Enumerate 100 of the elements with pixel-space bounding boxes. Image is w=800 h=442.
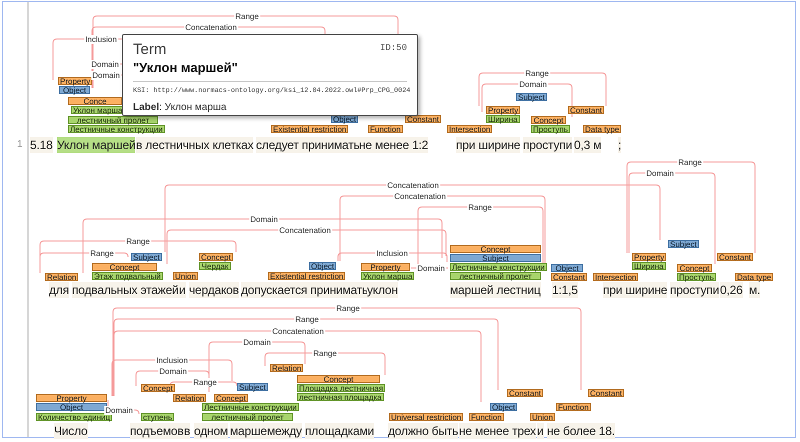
annotation-tag[interactable]: Intersection bbox=[447, 125, 492, 133]
annotated-text: 0,26 bbox=[720, 282, 743, 298]
annotation-tag[interactable]: Constant bbox=[551, 273, 588, 281]
annotated-text: Число bbox=[54, 423, 88, 439]
annotation-tag[interactable]: Лестничные конструкции bbox=[450, 263, 547, 271]
annotation-tag[interactable]: Этаж подвальный bbox=[92, 272, 163, 280]
annotation-tag[interactable]: Data type bbox=[583, 125, 622, 133]
annotation-tag[interactable]: Object bbox=[551, 264, 583, 272]
annotation-tag[interactable]: Intersection bbox=[593, 273, 638, 281]
annotation-tag[interactable]: Concept bbox=[92, 263, 157, 271]
annotated-text: 5.18 bbox=[30, 137, 53, 153]
annotation-tag[interactable]: Проступь bbox=[677, 273, 716, 281]
annotation-tag[interactable]: Уклон марша bbox=[361, 272, 414, 280]
annotation-tag[interactable]: Conce bbox=[68, 97, 122, 105]
annotation-tag[interactable]: Чердак bbox=[199, 262, 231, 270]
annotation-tag[interactable]: Уклон марша bbox=[71, 106, 124, 114]
annotated-text: в bbox=[184, 423, 190, 439]
annotation-tag[interactable]: Object bbox=[309, 262, 336, 270]
annotated-text: в лестничных клетках bbox=[136, 137, 254, 153]
annotation-tag[interactable]: Concept bbox=[450, 245, 541, 253]
annotated-text: Уклон маршей bbox=[57, 137, 136, 153]
annotation-tag[interactable]: Concept bbox=[297, 375, 380, 383]
annotation-tag[interactable]: Constant bbox=[507, 389, 544, 397]
annotated-text: не более 18. bbox=[547, 423, 615, 439]
annotated-text: ; bbox=[618, 137, 622, 153]
annotated-text: при ширине bbox=[456, 137, 520, 153]
annotated-text: и bbox=[179, 282, 186, 298]
annotated-text: проступи bbox=[523, 137, 572, 153]
annotation-tag[interactable]: Relation bbox=[173, 394, 206, 402]
annotated-text: 1:1,5 bbox=[552, 282, 578, 298]
annotation-tag[interactable]: Data type bbox=[735, 273, 774, 281]
annotated-text: чердаков bbox=[189, 282, 239, 298]
annotation-tag[interactable]: Concept bbox=[677, 264, 712, 272]
annotation-tag[interactable]: лестничный пролет bbox=[450, 272, 541, 280]
annotation-tag[interactable]: Existential restriction bbox=[271, 125, 348, 133]
line-number: 1 bbox=[17, 138, 23, 152]
annotated-text: м. bbox=[749, 282, 760, 298]
annotation-tag[interactable]: Лестничные конструкции bbox=[68, 125, 165, 133]
annotation-tag[interactable]: Property bbox=[361, 263, 410, 271]
annotated-text: маршей лестниц bbox=[450, 282, 541, 298]
annotation-tag[interactable]: Object bbox=[59, 86, 90, 94]
annotation-tag[interactable]: Subject bbox=[131, 253, 162, 261]
annotated-text: уклон bbox=[367, 282, 398, 298]
annotation-tag[interactable]: Function bbox=[368, 125, 403, 133]
annotation-tag[interactable]: Union bbox=[173, 272, 198, 280]
tooltip-title: Term bbox=[133, 40, 166, 60]
annotation-tag[interactable]: лестничный пролет bbox=[202, 413, 293, 421]
annotation-tag[interactable]: Constant bbox=[588, 389, 624, 397]
annotation-tag[interactable]: Concept bbox=[141, 384, 175, 392]
annotation-tag[interactable]: Union bbox=[530, 413, 555, 421]
annotated-text: подвальных этажей bbox=[72, 282, 179, 298]
annotated-text: 0,3 м bbox=[574, 137, 602, 153]
annotated-text: и bbox=[537, 423, 544, 439]
annotated-text: марше bbox=[230, 423, 267, 439]
annotation-tag[interactable]: Constant bbox=[405, 115, 442, 123]
annotation-tag[interactable]: лестничный пролет bbox=[68, 116, 158, 124]
annotation-tag[interactable]: Subject bbox=[516, 93, 547, 101]
annotated-text: подъемов bbox=[130, 423, 184, 439]
annotation-tag[interactable]: Subject bbox=[237, 383, 268, 391]
annotation-tag[interactable]: Relation bbox=[45, 273, 78, 281]
annotation-tag[interactable]: Subject bbox=[668, 240, 699, 248]
annotation-tag[interactable]: Function bbox=[556, 403, 591, 411]
annotation-tag[interactable]: Лестничные конструкции bbox=[202, 403, 299, 411]
annotation-tag[interactable]: Площадка лестничная bbox=[297, 384, 386, 392]
annotation-tag[interactable]: Function bbox=[469, 413, 504, 421]
annotation-tag[interactable]: Object bbox=[490, 403, 518, 411]
annotation-tag[interactable]: Object bbox=[36, 403, 107, 411]
annotation-tag[interactable]: Universal restriction bbox=[389, 413, 464, 421]
annotated-text: следует принимать bbox=[256, 137, 360, 153]
annotated-text: одном bbox=[194, 423, 228, 439]
annotated-text: для bbox=[49, 282, 69, 298]
annotation-tag[interactable]: Property bbox=[58, 77, 92, 85]
annotation-tag[interactable]: Concept bbox=[214, 394, 248, 402]
term-name: "Уклон маршей" bbox=[133, 60, 238, 76]
annotation-tag[interactable]: Количество единиц bbox=[36, 413, 112, 421]
annotation-tag[interactable]: лестничная площадка bbox=[297, 393, 384, 401]
annotated-text: площадками bbox=[305, 423, 374, 439]
annotated-text: между bbox=[267, 423, 302, 439]
annotation-tag[interactable]: Property bbox=[36, 394, 107, 402]
annotation-tag[interactable]: Constant bbox=[568, 106, 604, 114]
annotation-tag[interactable]: Concept bbox=[531, 116, 566, 124]
annotation-tag[interactable]: Constant bbox=[717, 253, 754, 261]
annotation-tag[interactable]: Subject bbox=[450, 254, 541, 262]
annotated-text: допускается принимать bbox=[241, 282, 368, 298]
annotation-tag[interactable]: Existential restriction bbox=[268, 272, 346, 280]
annotation-tag[interactable]: Property bbox=[486, 106, 520, 114]
annotated-text: при ширине bbox=[603, 282, 668, 298]
label-text: Label: Уклон марша bbox=[133, 101, 226, 115]
annotated-text: не менее 1:2 bbox=[359, 137, 428, 153]
tooltip-id: ID:50 bbox=[380, 42, 407, 55]
annotation-tag[interactable]: Property bbox=[632, 253, 666, 261]
annotation-tag[interactable]: ступень bbox=[141, 413, 174, 421]
annotation-tag[interactable]: Concept bbox=[199, 253, 233, 261]
annotation-tag[interactable]: Relation bbox=[270, 364, 304, 372]
annotation-tag[interactable]: Ширина bbox=[486, 115, 520, 123]
annotation-tag[interactable]: Ширина bbox=[632, 262, 666, 270]
annotated-text: должно быть bbox=[388, 423, 458, 439]
annotation-tag[interactable]: Проступь bbox=[531, 125, 570, 133]
annotated-text: проступи bbox=[670, 282, 720, 298]
annotated-text: не менее трех bbox=[459, 423, 536, 439]
